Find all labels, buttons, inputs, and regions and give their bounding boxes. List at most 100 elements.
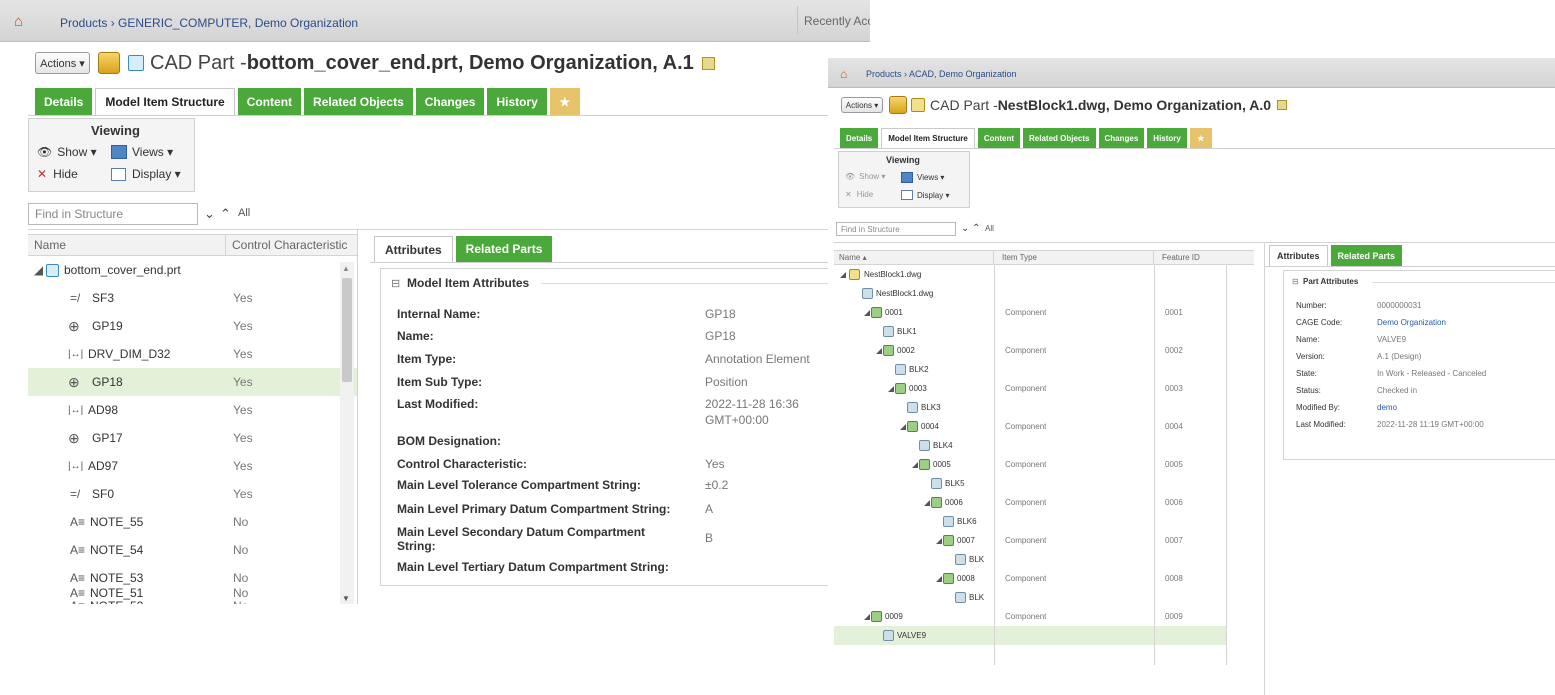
- scroll-down-icon[interactable]: ▼: [342, 594, 350, 603]
- tree-row[interactable]: ◢ 0006 Component 0006: [834, 493, 1254, 512]
- show-menu[interactable]: 👁 Show ▾: [845, 172, 885, 181]
- tab-changes[interactable]: Changes: [1098, 128, 1145, 148]
- find-prev-button[interactable]: ⌃: [220, 206, 231, 222]
- find-next-button[interactable]: ⌄: [961, 223, 969, 234]
- tab-related-parts[interactable]: Related Parts: [1330, 245, 1403, 266]
- tree-row[interactable]: BLK2: [834, 360, 1254, 379]
- tab-details[interactable]: Details: [840, 128, 879, 148]
- find-all-button[interactable]: All: [985, 224, 994, 233]
- tree-row[interactable]: NestBlock1.dwg: [834, 284, 1254, 303]
- expand-icon[interactable]: ◢: [864, 303, 870, 322]
- tree-row[interactable]: A≡ NOTE_54 No: [28, 536, 357, 564]
- find-next-button[interactable]: ⌄: [204, 206, 215, 222]
- expand-icon[interactable]: ◢: [912, 455, 918, 474]
- expand-icon[interactable]: ◢: [924, 493, 930, 512]
- tree-row[interactable]: ◢ 0007 Component 0007: [834, 531, 1254, 550]
- tab-content[interactable]: Content: [237, 88, 302, 115]
- tree-root-row[interactable]: ◢ bottom_cover_end.prt: [28, 256, 357, 284]
- tree-row[interactable]: BLK4: [834, 436, 1254, 455]
- find-in-structure-input[interactable]: Find in Structure: [28, 203, 198, 225]
- expand-icon[interactable]: ◢: [840, 265, 846, 284]
- actions-button[interactable]: Actions ▾: [35, 52, 90, 74]
- tree-row[interactable]: BLK6: [834, 512, 1254, 531]
- tree-row[interactable]: ◢ 0004 Component 0004: [834, 417, 1254, 436]
- expand-icon[interactable]: ◢: [34, 256, 43, 284]
- splitter[interactable]: [1264, 243, 1265, 695]
- column-header-item-type[interactable]: Item Type: [994, 251, 1154, 264]
- tree-row[interactable]: =/ SF0 Yes: [28, 480, 357, 508]
- recently-accessed-button[interactable]: Recently Acc: [797, 6, 870, 34]
- expand-icon[interactable]: ◢: [936, 531, 942, 550]
- expand-icon[interactable]: ◢: [888, 379, 894, 398]
- collapse-icon[interactable]: ⊟: [1292, 277, 1299, 286]
- scrollbar-thumb[interactable]: [342, 278, 352, 382]
- tree-row[interactable]: |↔| AD98 Yes: [28, 396, 357, 424]
- tab-attributes[interactable]: Attributes: [1269, 245, 1328, 266]
- note-icon[interactable]: [1277, 100, 1287, 110]
- tree-row[interactable]: ◢ 0001 Component 0001: [834, 303, 1254, 322]
- tree-row[interactable]: BLK: [834, 588, 1254, 607]
- tree-row[interactable]: |↔| AD97 Yes: [28, 452, 357, 480]
- tree-row[interactable]: BLK: [834, 550, 1254, 569]
- tree-row[interactable]: BLK1: [834, 322, 1254, 341]
- modified-by-link[interactable]: demo: [1377, 403, 1397, 412]
- find-prev-button[interactable]: ⌃: [972, 223, 980, 234]
- show-menu[interactable]: 👁 Show ▾: [37, 145, 97, 159]
- hide-button[interactable]: ✕ Hide: [845, 190, 873, 199]
- views-menu[interactable]: Views ▾: [111, 145, 173, 159]
- column-header-control-characteristic[interactable]: Control Characteristic: [226, 235, 357, 255]
- tree-row[interactable]: |↔| DRV_DIM_D32 Yes: [28, 340, 357, 368]
- tree-row-selected[interactable]: ⊕ GP18 Yes: [28, 368, 357, 396]
- tab-attributes[interactable]: Attributes: [374, 236, 453, 262]
- tab-related-objects[interactable]: Related Objects: [1023, 128, 1096, 148]
- hide-button[interactable]: ✕ Hide: [37, 167, 78, 181]
- note-icon[interactable]: [701, 56, 715, 70]
- breadcrumb[interactable]: Products › ACAD, Demo Organization: [866, 69, 1017, 79]
- column-header-name[interactable]: Name ▴: [834, 251, 994, 264]
- views-menu[interactable]: Views ▾: [901, 172, 944, 183]
- tree-row[interactable]: ◢ 0003 Component 0003: [834, 379, 1254, 398]
- column-header-feature-id[interactable]: Feature ID: [1154, 251, 1254, 264]
- expand-icon[interactable]: ◢: [876, 341, 882, 360]
- tab-history[interactable]: History: [487, 88, 547, 115]
- tab-history[interactable]: History: [1147, 128, 1187, 148]
- tab-related-objects[interactable]: Related Objects: [304, 88, 413, 115]
- display-menu[interactable]: Display ▾: [111, 167, 181, 181]
- tab-add-favorite[interactable]: ★: [549, 88, 580, 115]
- display-menu[interactable]: Display ▾: [901, 190, 949, 200]
- home-icon[interactable]: ⌂: [840, 67, 847, 81]
- collapse-icon[interactable]: ⊟: [391, 277, 400, 290]
- cage-code-link[interactable]: Demo Organization: [1377, 318, 1446, 327]
- tab-model-item-structure[interactable]: Model Item Structure: [95, 88, 235, 115]
- tab-add-favorite[interactable]: ★: [1189, 128, 1212, 148]
- expand-icon[interactable]: ◢: [864, 607, 870, 626]
- column-header-name[interactable]: Name: [28, 235, 226, 255]
- tree-row[interactable]: BLK3: [834, 398, 1254, 417]
- tab-changes[interactable]: Changes: [415, 88, 485, 115]
- tree-row[interactable]: A≡ NOTE_51 No: [28, 584, 338, 604]
- tree-row[interactable]: ◢ 0005 Component 0005: [834, 455, 1254, 474]
- scroll-up-icon[interactable]: ▲: [342, 264, 350, 273]
- tree-row-selected[interactable]: VALVE9: [834, 626, 1226, 645]
- tab-details[interactable]: Details: [35, 88, 93, 115]
- tree-root-row[interactable]: ◢ NestBlock1.dwg: [834, 265, 1254, 284]
- home-icon[interactable]: ⌂: [14, 13, 23, 30]
- tree-row[interactable]: BLK5: [834, 474, 1254, 493]
- find-all-button[interactable]: All: [238, 207, 250, 219]
- breadcrumb[interactable]: Products › GENERIC_COMPUTER, Demo Organi…: [60, 16, 358, 30]
- tab-model-item-structure[interactable]: Model Item Structure: [881, 128, 975, 148]
- find-in-structure-input[interactable]: Find in Structure: [836, 222, 956, 236]
- tree-row[interactable]: ⊕ GP19 Yes: [28, 312, 357, 340]
- tab-related-parts[interactable]: Related Parts: [455, 236, 553, 262]
- tree-row[interactable]: ⊕ GP17 Yes: [28, 424, 357, 452]
- tab-content[interactable]: Content: [977, 128, 1021, 148]
- tree-row[interactable]: =/ SF3 Yes: [28, 284, 357, 312]
- tree-row[interactable]: ◢ 0002 Component 0002: [834, 341, 1254, 360]
- expand-icon[interactable]: ◢: [900, 417, 906, 436]
- tree-row[interactable]: ◢ 0009 Component 0009: [834, 607, 1254, 626]
- tree-row[interactable]: ◢ 0008 Component 0008: [834, 569, 1254, 588]
- actions-button[interactable]: Actions ▾: [841, 97, 883, 113]
- expand-icon[interactable]: ◢: [936, 569, 942, 588]
- tree-row[interactable]: A≡ NOTE_55 No: [28, 508, 357, 536]
- splitter[interactable]: [357, 230, 358, 604]
